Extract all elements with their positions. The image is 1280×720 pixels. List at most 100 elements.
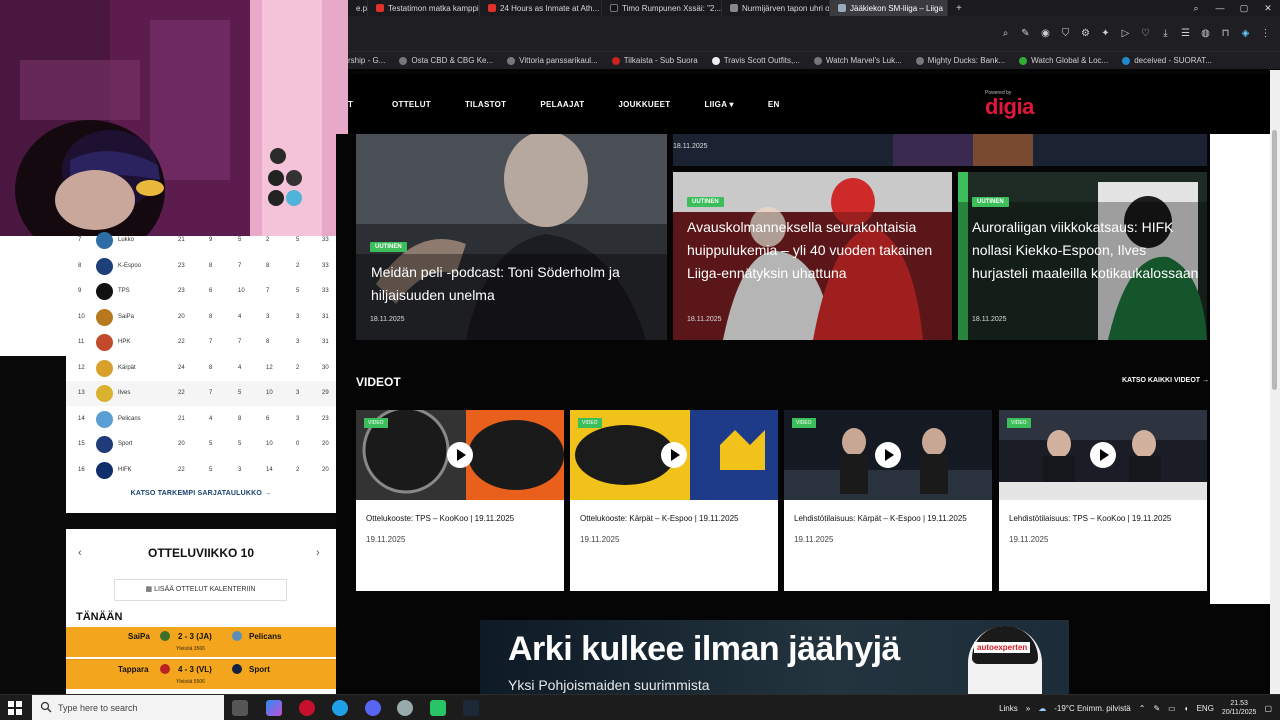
- match-row[interactable]: SaiPa 2 - 3 (JA) Pelicans Yleisöä 3566: [66, 627, 336, 657]
- cell-team[interactable]: Lukko: [118, 237, 134, 243]
- chevron-right-icon[interactable]: ›: [316, 547, 320, 559]
- weather-text[interactable]: -19°C Enimm. pilvistä: [1054, 704, 1131, 713]
- cell-team[interactable]: SaiPa: [118, 314, 134, 320]
- play-icon[interactable]: [875, 442, 901, 468]
- vpn-icon[interactable]: ◈: [1239, 27, 1252, 40]
- search-tabs-icon[interactable]: ⌕: [1184, 0, 1208, 16]
- lock-icon[interactable]: ⊓: [1219, 27, 1232, 40]
- table-row[interactable]: 15 Sport 20 5 5 10 0 20: [66, 432, 336, 457]
- table-row[interactable]: 8 K-Espoo 23 8 7 8 2 33: [66, 254, 336, 279]
- scrollbar-thumb[interactable]: [1272, 130, 1277, 390]
- bookmark-item[interactable]: rship - G...: [348, 56, 385, 65]
- bookmark-item[interactable]: Tilkaista - Sub Suora: [611, 56, 698, 65]
- video-card[interactable]: VIDEO Lehdistötilaisuus: Kärpät – K-Espo…: [784, 410, 992, 591]
- page-scrollbar[interactable]: [1270, 70, 1280, 694]
- bookmark-item[interactable]: Mighty Ducks: Bank...: [915, 56, 1005, 65]
- heart-icon[interactable]: ♡: [1139, 27, 1152, 40]
- nav-item-partial[interactable]: T: [348, 100, 353, 109]
- browser-tab-active[interactable]: Jääkiekon SM-liiga – Liiga×: [830, 0, 948, 16]
- table-row[interactable]: 14 Pelicans 21 4 8 6 3 23: [66, 407, 336, 432]
- app-icon-green[interactable]: [430, 700, 446, 716]
- nav-tilastot[interactable]: TILASTOT: [465, 100, 506, 109]
- language-indicator[interactable]: ENG: [1197, 704, 1214, 713]
- chevron-up-icon[interactable]: »: [1026, 704, 1030, 713]
- network-icon[interactable]: ▭: [1168, 704, 1176, 713]
- table-row[interactable]: 9 TPS 23 6 10 7 5 33: [66, 279, 336, 304]
- menu-icon[interactable]: ⋮: [1259, 27, 1272, 40]
- news-title[interactable]: Meidän peli -podcast: Toni Söderholm ja …: [371, 261, 661, 307]
- table-row[interactable]: 12 Kärpät 24 8 4 12 2 30: [66, 356, 336, 381]
- video-card[interactable]: VIDEO Lehdistötilaisuus: TPS – KooKoo | …: [999, 410, 1207, 591]
- windows-start-icon[interactable]: [8, 701, 22, 715]
- close-window-icon[interactable]: ✕: [1256, 0, 1280, 16]
- bookmark-item[interactable]: Watch Marvel's Luk...: [813, 56, 902, 65]
- see-all-videos-link[interactable]: KATSO KAIKKI VIDEOT →: [1122, 377, 1209, 384]
- volume-icon[interactable]: ◖: [1184, 704, 1189, 713]
- nav-language[interactable]: EN: [768, 100, 780, 109]
- discord-icon[interactable]: [365, 700, 381, 716]
- edit-icon[interactable]: ✎: [1019, 27, 1032, 40]
- video-card[interactable]: VIDEO Ottelukooste: Kärpät – K-Espoo | 1…: [570, 410, 778, 591]
- table-row[interactable]: 11 HPK 22 7 7 8 3 31: [66, 330, 336, 355]
- match-row[interactable]: Tappara 4 - 3 (VL) Sport Yleisöä 5506: [66, 659, 336, 689]
- extension-icon[interactable]: ✦: [1099, 27, 1112, 40]
- notifications-icon[interactable]: ▢: [1264, 704, 1272, 713]
- maximize-icon[interactable]: ▢: [1232, 0, 1256, 16]
- cell-team[interactable]: HIFK: [118, 467, 132, 473]
- links-label[interactable]: Links: [999, 704, 1018, 713]
- nav-liiga-dropdown[interactable]: LIIGA ▾: [704, 100, 733, 109]
- cell-team[interactable]: K-Espoo: [118, 263, 141, 269]
- play-icon[interactable]: [447, 442, 473, 468]
- opera-icon[interactable]: [299, 700, 315, 716]
- play-icon[interactable]: [661, 442, 687, 468]
- cell-team[interactable]: Pelicans: [118, 416, 141, 422]
- app-icon[interactable]: [397, 700, 413, 716]
- sponsor-logo[interactable]: Powered by digia: [985, 90, 1034, 118]
- download-icon[interactable]: ⤓: [1159, 27, 1172, 40]
- taskbar-search[interactable]: Type here to search: [32, 695, 224, 720]
- table-row[interactable]: 10 SaiPa 20 8 4 3 3 31: [66, 305, 336, 330]
- browser-tab[interactable]: 24 Hours as Inmate at Ath...: [480, 0, 602, 16]
- settings-icon[interactable]: ⚙: [1079, 27, 1092, 40]
- clock[interactable]: 21.53 20/11/2025: [1222, 699, 1257, 717]
- browser-tab[interactable]: Testatimon matka kamppi...: [368, 0, 480, 16]
- bookmark-item[interactable]: Vittoria panssarikaul...: [507, 56, 598, 65]
- account-icon[interactable]: ◍: [1199, 27, 1212, 40]
- minimize-icon[interactable]: —: [1208, 0, 1232, 16]
- table-row[interactable]: 7 Lukko 21 9 5 2 5 33: [66, 228, 336, 253]
- news-card[interactable]: UUTINEN Auroraliigan viikkokatsaus: HIFK…: [958, 172, 1207, 340]
- cell-team[interactable]: Kärpät: [118, 365, 136, 371]
- task-view-icon[interactable]: [232, 700, 248, 716]
- add-to-calendar-button[interactable]: ▦ LISÄÄ OTTELUT KALENTERIIN: [114, 579, 287, 601]
- standings-more-link[interactable]: KATSO TARKEMPI SARJATAULUKKO →: [66, 490, 336, 497]
- list-icon[interactable]: ☰: [1179, 27, 1192, 40]
- bookmark-item[interactable]: Watch Global & Loc...: [1019, 56, 1108, 65]
- video-card[interactable]: VIDEO Ottelukooste: TPS – KooKoo | 19.11…: [356, 410, 564, 591]
- news-card[interactable]: UUTINEN Avauskolmanneksella seurakohtais…: [673, 172, 952, 340]
- new-tab-button[interactable]: +: [948, 3, 970, 14]
- news-title[interactable]: Avauskolmanneksella seurakohtaisia huipp…: [687, 216, 945, 285]
- shield-icon[interactable]: ⛉: [1059, 27, 1072, 40]
- nav-pelaajat[interactable]: PELAAJAT: [540, 100, 584, 109]
- table-row[interactable]: 16 HIFK 22 5 3 14 2 20: [66, 458, 336, 483]
- browser-tab[interactable]: e.pi: [348, 0, 368, 16]
- cell-team[interactable]: HPK: [118, 339, 130, 345]
- nav-joukkueet[interactable]: JOUKKUEET: [618, 100, 670, 109]
- browser-tab[interactable]: Nurmijärven tapon uhri o...: [722, 0, 830, 16]
- news-title[interactable]: Auroraliigan viikkokatsaus: HIFK nollasi…: [972, 216, 1200, 285]
- bookmark-item[interactable]: Travis Scott Outfits,...: [711, 56, 800, 65]
- pen-icon[interactable]: ✎: [1153, 704, 1160, 713]
- search-icon[interactable]: ⌕: [999, 27, 1012, 40]
- browser-tab[interactable]: Timo Rumpunen Xssäi: "2...: [602, 0, 722, 16]
- play-icon[interactable]: ▷: [1119, 27, 1132, 40]
- cell-team[interactable]: TPS: [118, 288, 130, 294]
- steam-icon[interactable]: [463, 700, 479, 716]
- table-row[interactable]: 13 Ilves 22 7 5 10 3 29: [66, 381, 336, 406]
- edge-icon[interactable]: [332, 700, 348, 716]
- cell-team[interactable]: Ilves: [118, 390, 130, 396]
- news-card-top[interactable]: 18.11.2025: [673, 134, 1207, 166]
- cell-team[interactable]: Sport: [118, 441, 132, 447]
- play-icon[interactable]: [1090, 442, 1116, 468]
- copilot-icon[interactable]: [266, 700, 282, 716]
- ad-banner[interactable]: Arki kulkee ilman jäähyjä Yksi Pohjoisma…: [480, 620, 1069, 694]
